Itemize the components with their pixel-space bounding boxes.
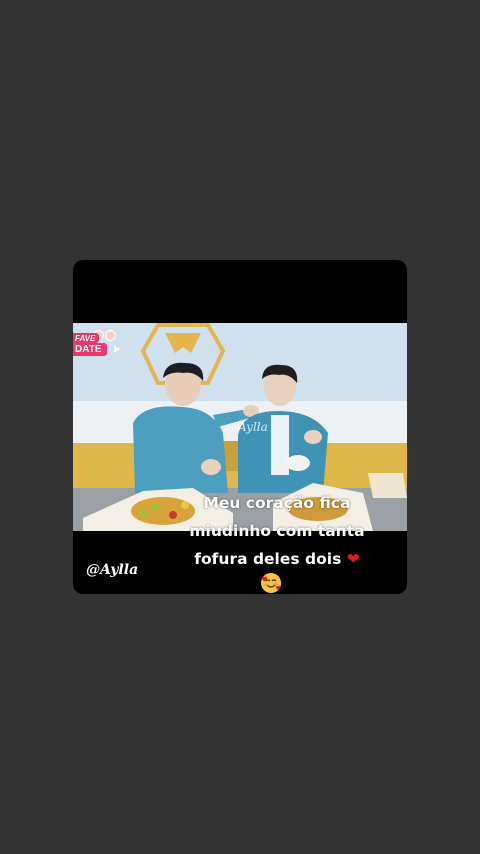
show-logo-bottom: DATE — [73, 343, 108, 356]
show-logo-top: FAVE — [73, 333, 100, 343]
show-logo: FAVE DATE — [73, 330, 121, 358]
username-watermark: @Aylla — [86, 562, 139, 578]
caption-line: miudinho com tanta — [189, 522, 365, 540]
play-arrow-icon — [114, 345, 120, 353]
heart-icon: ❤ — [346, 550, 360, 568]
smiling-face-with-hearts-icon — [259, 571, 283, 594]
caption-line: fofura deles dois — [194, 550, 342, 568]
caption-line: Meu coração fica — [203, 494, 351, 512]
story-screen: FAVE DATE Aylla Meu coração fica miudinh… — [0, 0, 480, 854]
post-card[interactable]: FAVE DATE Aylla Meu coração fica miudinh… — [73, 260, 407, 594]
caption-line-with-heart: fofura deles dois ❤ — [179, 545, 375, 573]
video-watermark: Aylla — [238, 420, 268, 434]
caption: Meu coração fica miudinho com tanta fofu… — [179, 489, 375, 573]
